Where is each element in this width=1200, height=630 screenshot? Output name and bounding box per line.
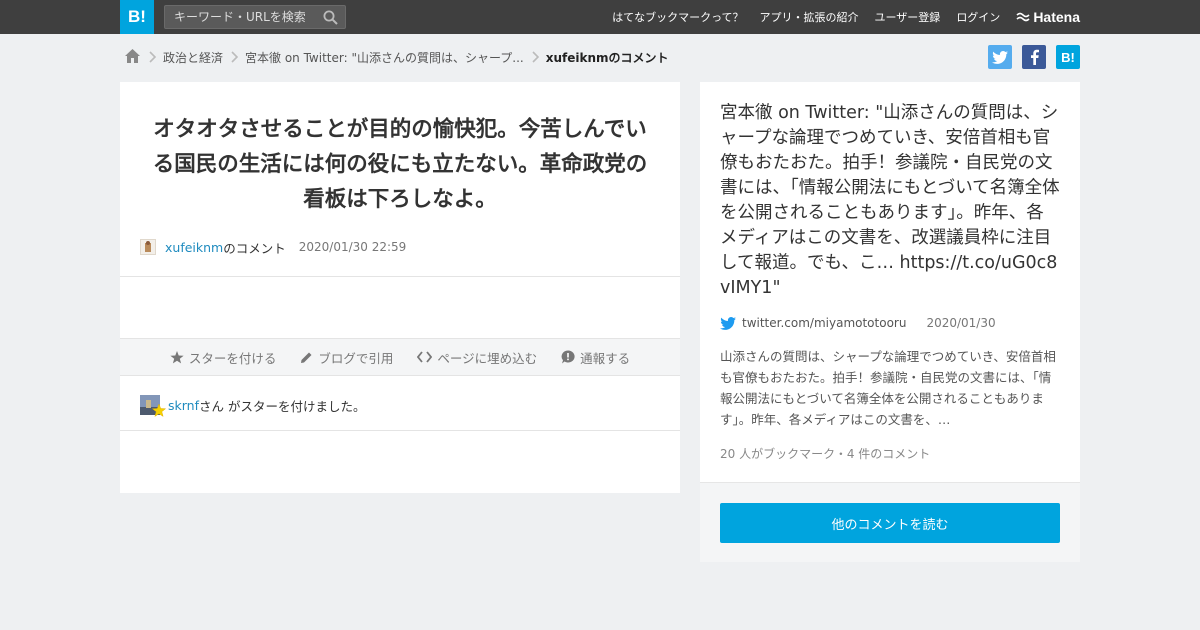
hatena-share-button[interactable]: B! [1056, 45, 1080, 69]
blog-quote-label: ブログで引用 [318, 350, 394, 366]
entry-title-link[interactable]: 宮本徹 on Twitter: "山添さんの質問は、シャープな論理でつめていき、… [720, 101, 1060, 301]
search-icon[interactable] [323, 10, 338, 29]
divider [120, 276, 680, 277]
twitter-icon [992, 50, 1008, 64]
nav-login[interactable]: ログイン [956, 9, 1000, 25]
chevron-right-icon [532, 51, 540, 63]
nav-register[interactable]: ユーザー登録 [875, 9, 941, 25]
share-buttons: B! [988, 45, 1080, 69]
breadcrumb-category[interactable]: 政治と経済 [163, 49, 223, 66]
entry-domain-link[interactable]: twitter.com/miyamototooru [742, 316, 906, 330]
comment-user-link[interactable]: xufeiknm [165, 240, 223, 255]
comment-card: オタオタさせることが目的の愉快犯。今苦しんでいる国民の生活には何の役にも立たない… [120, 82, 680, 493]
report-label: 通報する [580, 350, 631, 366]
entry-bookmark-count[interactable]: 20 人がブックマーク・4 件のコメント [720, 445, 930, 462]
add-star-button[interactable]: スターを付ける [170, 348, 277, 367]
starrer-user-link[interactable]: skrnf [168, 398, 199, 413]
code-icon [417, 351, 433, 363]
search-box [164, 5, 346, 29]
blog-quote-button[interactable]: ブログで引用 [300, 348, 393, 367]
facebook-icon [1030, 49, 1039, 65]
star-notice-text: さん がスターを付けました。 [199, 398, 366, 414]
report-button[interactable]: 通報する [561, 348, 630, 367]
comment-meta: xufeiknm のコメント 2020/01/30 22:59 [140, 237, 406, 257]
search-input[interactable] [165, 6, 324, 28]
facebook-share-button[interactable] [1022, 45, 1046, 69]
entry-summary-text: 山添さんの質問は、シャープな論理でつめていき、安倍首相も官僚もおたおた。拍手！参… [720, 349, 1056, 427]
hatena-brand-label: Hatena [1033, 9, 1080, 25]
entry-meta: twitter.com/miyamototooru 2020/01/30 [720, 316, 996, 330]
alert-bubble-icon [561, 350, 575, 364]
star-badge-icon [152, 404, 166, 417]
add-star-label: スターを付ける [188, 350, 277, 366]
chevron-right-icon [231, 51, 239, 63]
star-icon [170, 350, 184, 363]
twitter-share-button[interactable] [988, 45, 1012, 69]
twitter-icon [720, 316, 736, 330]
hatena-wave-icon [1016, 12, 1030, 22]
user-avatar[interactable] [140, 239, 156, 255]
entry-date: 2020/01/30 [926, 316, 996, 330]
read-more-panel: 他のコメントを読む [700, 482, 1080, 562]
embed-label: ページに埋め込む [437, 350, 538, 366]
hatena-brand-link[interactable]: Hatena [1016, 9, 1080, 25]
breadcrumb-current: xufeiknmのコメント [545, 50, 669, 65]
divider [120, 430, 680, 431]
nav-apps[interactable]: アプリ・拡張の紹介 [760, 9, 859, 25]
comment-suffix: のコメント [223, 240, 286, 256]
breadcrumb-entry[interactable]: 宮本徹 on Twitter: "山添さんの質問は、シャープ... [245, 49, 524, 66]
breadcrumb: 政治と経済 宮本徹 on Twitter: "山添さんの質問は、シャープ... … [124, 46, 669, 68]
starrer-avatar[interactable] [140, 395, 166, 417]
top-nav: はてなブックマークって？ アプリ・拡張の紹介 ユーザー登録 ログイン Haten… [612, 0, 1080, 34]
pencil-icon [301, 352, 312, 363]
nav-about[interactable]: はてなブックマークって？ [612, 9, 743, 25]
chevron-right-icon [149, 51, 157, 63]
read-more-comments-button[interactable]: 他のコメントを読む [720, 503, 1060, 543]
entry-summary-panel: 宮本徹 on Twitter: "山添さんの質問は、シャープな論理でつめていき、… [690, 82, 1080, 482]
comment-actions: スターを付ける ブログで引用 ページに埋め込む 通報する [120, 338, 680, 376]
star-notice: skrnf さん がスターを付けました。 [140, 395, 366, 417]
hatena-bookmark-logo[interactable]: B! [120, 0, 154, 34]
comment-body: オタオタさせることが目的の愉快犯。今苦しんでいる国民の生活には何の役にも立たない… [152, 117, 648, 212]
comment-date[interactable]: 2020/01/30 22:59 [299, 240, 407, 254]
home-icon[interactable] [124, 48, 141, 67]
top-header: B! はてなブックマークって？ アプリ・拡張の紹介 ユーザー登録 ログイン Ha… [0, 0, 1200, 34]
embed-button[interactable]: ページに埋め込む [417, 348, 537, 367]
card-notch [690, 152, 700, 174]
entry-card: 宮本徹 on Twitter: "山添さんの質問は、シャープな論理でつめていき、… [690, 82, 1080, 562]
